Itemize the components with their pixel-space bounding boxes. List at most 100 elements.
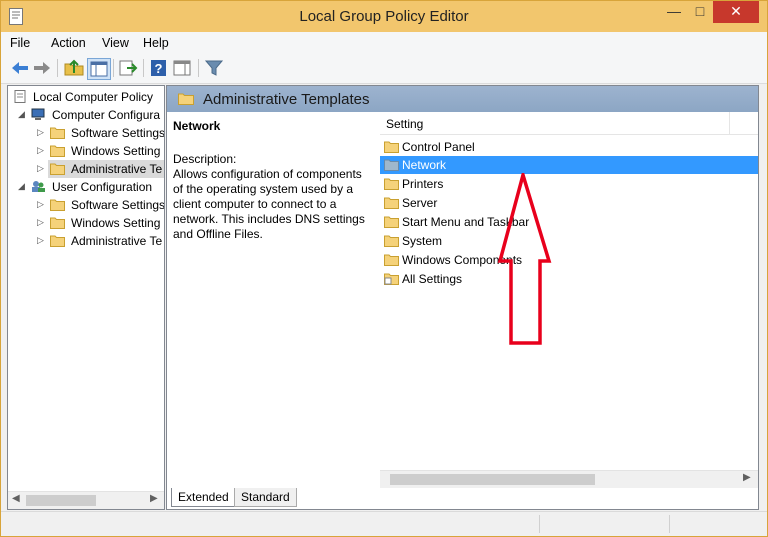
tree-horizontal-scrollbar[interactable]: ◀ ▶ bbox=[8, 491, 164, 509]
list-item-printers[interactable]: Printers bbox=[380, 175, 758, 193]
scroll-right-icon[interactable]: ▶ bbox=[743, 472, 751, 483]
toolbar-separator bbox=[198, 59, 199, 77]
tab-standard[interactable]: Standard bbox=[234, 488, 297, 507]
tree-item-computer-administrative-templates[interactable]: ▷ Administrative Te bbox=[8, 160, 164, 178]
status-bar bbox=[1, 511, 767, 536]
show-hide-tree-icon[interactable] bbox=[87, 58, 111, 80]
list-item-label: All Settings bbox=[402, 272, 463, 286]
folder-icon bbox=[178, 93, 194, 105]
list-item-windows-components[interactable]: Windows Components bbox=[380, 251, 758, 269]
description-text: Allows configuration of components of th… bbox=[173, 167, 371, 242]
computer-icon bbox=[31, 108, 45, 120]
menu-view[interactable]: View bbox=[102, 36, 129, 50]
forward-icon[interactable] bbox=[31, 58, 53, 78]
console-tree[interactable]: Local Computer Policy ◢ Computer Configu… bbox=[7, 85, 165, 510]
tree-item-label: Administrative Te bbox=[71, 162, 163, 176]
help-icon[interactable]: ? bbox=[148, 58, 170, 78]
scroll-right-icon[interactable]: ▶ bbox=[150, 493, 158, 504]
expand-arrow-icon[interactable]: ▷ bbox=[37, 127, 44, 138]
users-icon bbox=[32, 181, 45, 192]
minimize-button[interactable]: — bbox=[661, 1, 687, 23]
title-bar[interactable]: Local Group Policy Editor — □ ✕ bbox=[1, 1, 767, 32]
tree-item-computer-windows-settings[interactable]: ▷ Windows Setting bbox=[8, 142, 164, 160]
filter-icon[interactable] bbox=[203, 58, 225, 78]
toolbar-separator bbox=[113, 59, 114, 77]
menu-action[interactable]: Action bbox=[51, 36, 86, 50]
tree-item-label: Windows Setting bbox=[71, 144, 161, 158]
menu-bar: File Action View Help bbox=[1, 32, 767, 54]
status-divider bbox=[669, 515, 670, 533]
menu-file[interactable]: File bbox=[10, 36, 30, 50]
svg-text:?: ? bbox=[155, 61, 163, 76]
tree-item-label: Administrative Te bbox=[71, 234, 163, 248]
scroll-thumb[interactable] bbox=[390, 474, 595, 485]
folder-icon bbox=[50, 235, 65, 247]
list-item-system[interactable]: System bbox=[380, 232, 758, 250]
expand-arrow-icon[interactable]: ▷ bbox=[37, 163, 44, 174]
list-item-start-menu-and-taskbar[interactable]: Start Menu and Taskbar bbox=[380, 213, 758, 231]
folder-icon bbox=[384, 254, 399, 266]
folder-icon bbox=[50, 163, 65, 175]
folder-icon bbox=[384, 159, 399, 171]
collapse-arrow-icon[interactable]: ◢ bbox=[18, 109, 25, 120]
collapse-arrow-icon[interactable]: ◢ bbox=[18, 181, 25, 192]
up-folder-icon[interactable] bbox=[63, 58, 85, 78]
folder-icon bbox=[384, 216, 399, 228]
folder-icon bbox=[384, 178, 399, 190]
description-line: client computer to connect to a bbox=[173, 197, 337, 211]
list-item-label: Server bbox=[402, 196, 438, 210]
column-divider[interactable] bbox=[729, 112, 730, 134]
expand-arrow-icon[interactable]: ▷ bbox=[37, 199, 44, 210]
export-list-icon[interactable] bbox=[117, 58, 139, 78]
list-item-control-panel[interactable]: Control Panel bbox=[380, 138, 758, 156]
tab-extended[interactable]: Extended bbox=[171, 488, 236, 507]
settings-list[interactable]: Setting Control Panel Network Printers S… bbox=[380, 112, 758, 509]
folder-icon bbox=[50, 145, 65, 157]
selected-item-title: Network bbox=[173, 119, 221, 133]
details-pane: Administrative Templates Network Descrip… bbox=[166, 85, 759, 510]
main-window: Local Group Policy Editor — □ ✕ File Act… bbox=[0, 0, 768, 537]
expand-arrow-icon[interactable]: ▷ bbox=[37, 235, 44, 246]
view-tabs: Extended Standard bbox=[166, 488, 466, 508]
description-line: network. This includes DNS settings bbox=[173, 212, 365, 226]
list-item-network[interactable]: Network bbox=[380, 156, 758, 174]
list-item-all-settings[interactable]: All Settings bbox=[380, 270, 758, 288]
maximize-button[interactable]: □ bbox=[687, 1, 713, 23]
folder-icon bbox=[50, 199, 65, 211]
expand-arrow-icon[interactable]: ▷ bbox=[37, 145, 44, 156]
scroll-thumb[interactable] bbox=[26, 495, 96, 506]
tree-item-local-computer-policy[interactable]: Local Computer Policy bbox=[8, 88, 164, 106]
folder-icon bbox=[384, 197, 399, 209]
tree-item-user-configuration[interactable]: ◢ User Configuration bbox=[8, 178, 164, 196]
folder-icon bbox=[50, 127, 65, 139]
close-button[interactable]: ✕ bbox=[713, 1, 759, 23]
list-item-label: System bbox=[402, 234, 443, 248]
tree-item-user-windows-settings[interactable]: ▷ Windows Setting bbox=[8, 214, 164, 232]
tree-item-computer-configuration[interactable]: ◢ Computer Configura bbox=[8, 106, 164, 124]
toolbar: ? bbox=[1, 54, 767, 84]
column-header-setting[interactable]: Setting bbox=[380, 112, 758, 135]
folder-icon bbox=[384, 141, 399, 153]
list-item-label: Control Panel bbox=[402, 140, 475, 154]
list-horizontal-scrollbar[interactable]: ▶ bbox=[380, 470, 758, 488]
scroll-left-icon[interactable]: ◀ bbox=[12, 493, 20, 504]
folder-icon bbox=[50, 217, 65, 229]
window-title: Local Group Policy Editor bbox=[299, 8, 469, 25]
tree-item-user-administrative-templates[interactable]: ▷ Administrative Te bbox=[8, 232, 164, 250]
tree-item-user-software-settings[interactable]: ▷ Software Settings bbox=[8, 196, 164, 214]
back-icon[interactable] bbox=[9, 58, 31, 78]
folder-icon bbox=[384, 235, 399, 247]
toolbar-separator bbox=[143, 59, 144, 77]
column-header-label: Setting bbox=[386, 117, 424, 131]
expand-arrow-icon[interactable]: ▷ bbox=[37, 217, 44, 228]
all-settings-icon bbox=[384, 273, 399, 285]
menu-help[interactable]: Help bbox=[143, 36, 169, 50]
tree-item-label: Software Settings bbox=[71, 126, 165, 140]
list-item-server[interactable]: Server bbox=[380, 194, 758, 212]
toolbar-separator bbox=[57, 59, 58, 77]
show-hide-action-pane-icon[interactable] bbox=[171, 58, 193, 78]
tree-item-computer-software-settings[interactable]: ▷ Software Settings bbox=[8, 124, 165, 142]
red-arrow-annotation bbox=[497, 173, 552, 345]
policy-document-icon bbox=[14, 90, 26, 103]
description-line: of the operating system used by a bbox=[173, 182, 354, 196]
